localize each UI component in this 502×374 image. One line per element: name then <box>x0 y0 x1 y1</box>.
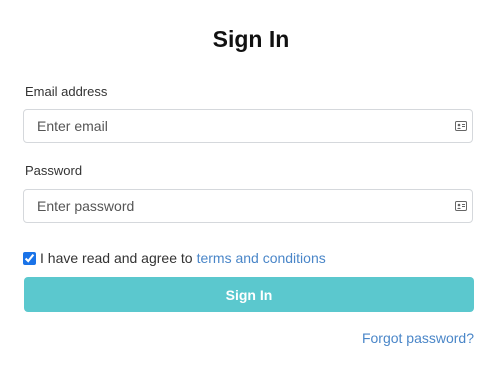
sign-in-page: Sign In Email address Password I have re… <box>0 0 502 374</box>
terms-agreement-row: I have read and agree to terms and condi… <box>23 249 326 267</box>
password-field[interactable] <box>24 190 444 222</box>
email-label: Email address <box>25 84 108 99</box>
terms-checkbox[interactable] <box>23 251 36 265</box>
contact-card-icon[interactable] <box>455 121 467 131</box>
password-field-container <box>23 189 473 223</box>
contact-card-icon[interactable] <box>455 201 467 211</box>
email-field[interactable] <box>24 110 444 142</box>
forgot-password-link[interactable]: Forgot password? <box>362 330 474 346</box>
terms-link[interactable]: terms and conditions <box>197 250 326 266</box>
terms-agreement-text: I have read and agree to <box>40 250 193 266</box>
sign-in-button[interactable]: Sign In <box>24 277 474 312</box>
password-label: Password <box>25 163 83 178</box>
page-title: Sign In <box>212 26 290 52</box>
email-field-container <box>23 109 473 143</box>
